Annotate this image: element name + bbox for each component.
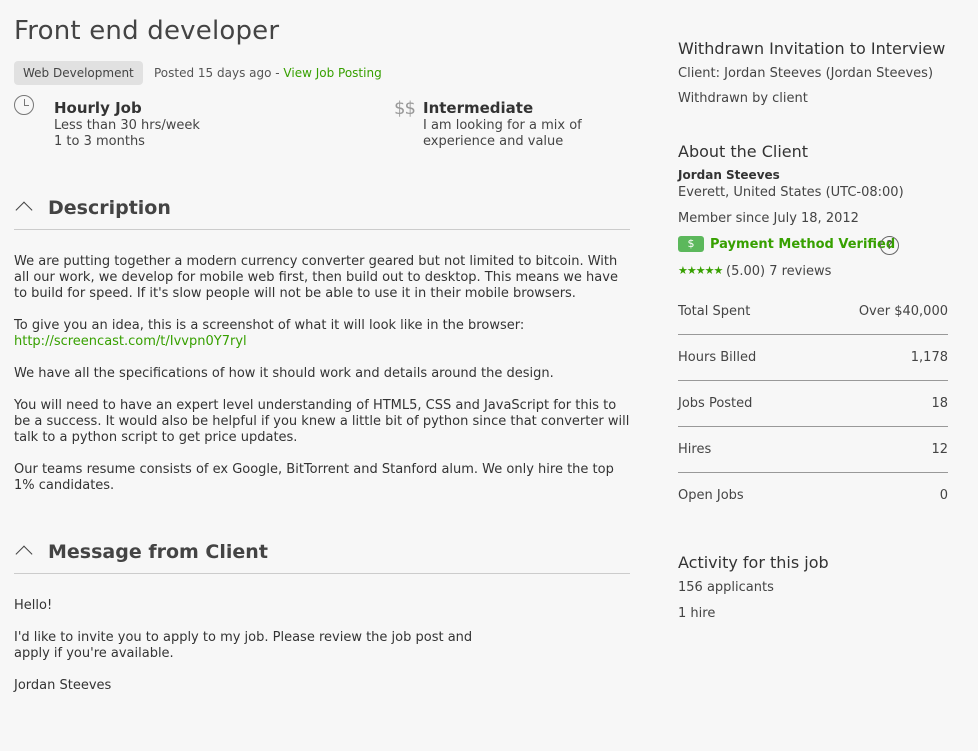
description-text: To give you an idea, this is a screensho… [14,318,525,333]
message-heading: Message from Client [48,541,268,563]
stat-hours-billed: Hours Billed 1,178 [678,334,948,380]
divider [14,229,630,230]
payment-verified-text: Payment Method Verified [710,236,896,252]
member-since: Member since July 18, 2012 [678,211,859,226]
stat-hires: Hires 12 [678,426,948,472]
invitation-status: Withdrawn by client [678,91,808,106]
invitation-client: Client: Jordan Steeves (Jordan Steeves) [678,66,934,81]
hours-per-week: Less than 30 hrs/week [54,118,200,133]
hourly-job-title: Hourly Job [54,99,142,117]
invitation-status-title: Withdrawn Invitation to Interview [678,39,946,58]
description-paragraph: We have all the specifications of how it… [14,366,554,381]
description-heading: Description [48,197,171,219]
description-body: We are putting together a modern currenc… [14,254,630,510]
category-tag[interactable]: Web Development [14,61,143,85]
chevron-up-icon [15,201,33,219]
description-paragraph: You will need to have an expert level un… [14,398,630,445]
experience-level-info: Intermediate I am looking for a mix of e… [423,99,582,150]
applicant-count: 156 applicants [678,580,774,595]
activity-heading: Activity for this job [678,553,829,572]
stat-label: Open Jobs [678,487,744,503]
stat-open-jobs: Open Jobs 0 [678,472,948,518]
message-line: I'd like to invite you to apply to my jo… [14,630,473,645]
message-greeting: Hello! [14,598,53,613]
chevron-up-icon [15,545,33,563]
description-paragraph: We are putting together a modern currenc… [14,254,618,301]
client-name: Jordan Steeves [678,168,780,182]
client-location: Everett, United States (UTC-08:00) [678,185,904,200]
description-paragraph: Our teams resume consists of ex Google, … [14,462,614,493]
stat-jobs-posted: Jobs Posted 18 [678,380,948,426]
payment-verified-badge: $ Payment Method Verified [678,236,895,252]
experience-line-1: I am looking for a mix of [423,118,582,133]
stat-total-spent: Total Spent Over $40,000 [678,288,948,334]
stat-value: Over $40,000 [858,303,948,319]
help-icon[interactable]: ? [880,236,899,255]
dollar-sign-icon: $$ [394,98,416,119]
duration: 1 to 3 months [54,134,145,149]
collapse-description-toggle[interactable] [14,198,34,219]
stat-label: Total Spent [678,303,751,319]
view-job-posting-link[interactable]: View Job Posting [283,66,381,80]
posted-text: Posted 15 days ago - [154,66,284,80]
stat-value: 18 [931,395,948,411]
clock-icon [14,95,34,115]
message-signature: Jordan Steeves [14,678,112,693]
posted-info: Posted 15 days ago - View Job Posting [154,66,382,80]
stat-value: 1,178 [910,349,948,365]
message-body: Hello! I'd like to invite you to apply t… [14,598,630,710]
message-line: apply if you're available. [14,646,174,661]
collapse-message-toggle[interactable] [14,542,34,563]
dollar-icon: $ [678,236,704,252]
message-paragraph: I'd like to invite you to apply to my jo… [14,630,630,662]
job-title: Front end developer [14,16,280,46]
stat-label: Hires [678,441,712,457]
hourly-job-info: Hourly Job Less than 30 hrs/week 1 to 3 … [54,99,200,150]
description-paragraph: To give you an idea, this is a screensho… [14,318,630,350]
stat-label: Jobs Posted [678,395,753,411]
about-client-heading: About the Client [678,142,809,161]
experience-line-2: experience and value [423,134,564,149]
stat-value: 12 [931,441,948,457]
stat-label: Hours Billed [678,349,757,365]
divider [14,573,630,574]
hire-count: 1 hire [678,606,716,621]
stat-value: 0 [939,487,948,503]
experience-level-title: Intermediate [423,99,534,117]
client-rating[interactable]: (5.00) 7 reviews [726,264,831,279]
star-rating-icon: ★★★★★ [678,264,723,277]
screencast-link[interactable]: http://screencast.com/t/Ivvpn0Y7ryl [14,334,247,349]
